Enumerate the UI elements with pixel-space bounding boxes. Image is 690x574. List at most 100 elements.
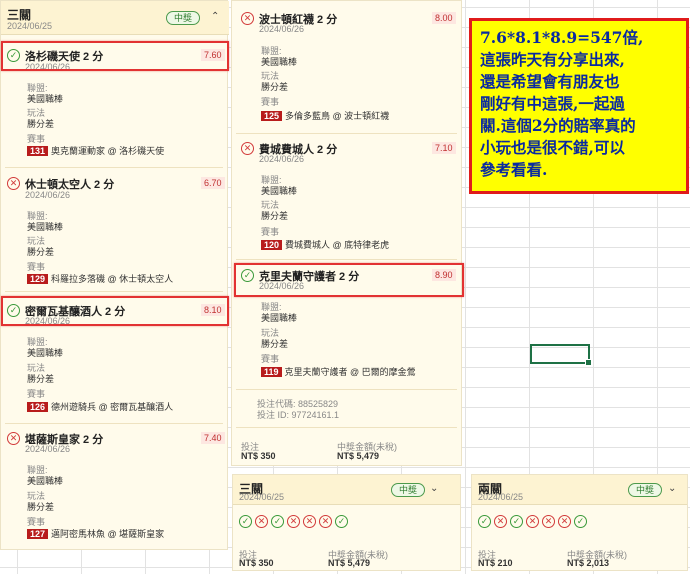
matchup: 費城費城人 @ 底特律老虎 xyxy=(285,240,390,250)
divider xyxy=(5,167,223,168)
matchup: 科羅拉多落磯 @ 休士頓太空人 xyxy=(51,274,174,284)
lose-icon: ✕ xyxy=(526,515,539,528)
stake-value: NT$ 350 xyxy=(241,451,276,461)
divider xyxy=(236,259,457,260)
payout-value: NT$ 5,479 xyxy=(328,558,371,568)
lose-icon: ✕ xyxy=(558,515,571,528)
note-line: 小玩也是很不錯,可以 xyxy=(480,138,625,157)
event-value: 119 克里夫蘭守護者 @ 巴爾的摩金鶯 xyxy=(261,365,416,378)
win-icon: ✓ xyxy=(271,515,284,528)
highlight-box xyxy=(1,41,229,71)
summary-header[interactable]: 兩關 2024/06/25 中獎 ⌄ xyxy=(472,475,687,505)
league-value: 美國職棒 xyxy=(27,476,64,486)
status-badge: 中獎 xyxy=(166,11,201,25)
game-number: 131 xyxy=(27,146,49,156)
selected-cell[interactable] xyxy=(530,344,592,366)
note-line: 7.6*8.1*8.9=547倍, xyxy=(480,28,644,47)
play-value: 勝分差 xyxy=(261,211,289,221)
payout-value: NT$ 5,479 xyxy=(337,451,380,461)
event-value: 120 費城費城人 @ 底特律老虎 xyxy=(261,238,389,251)
win-icon: ✓ xyxy=(335,515,348,528)
league-value: 美國職棒 xyxy=(27,94,64,104)
game-number: 125 xyxy=(261,111,283,121)
event-value: 131 奧克蘭運動家 @ 洛杉磯天使 xyxy=(27,144,164,157)
bet-ticket-panel-left: 三關 2024/06/25 中獎 ⌃ ✓ 洛杉磯天使 2 分 2024/06/2… xyxy=(0,0,229,550)
matchup: 克里夫蘭守護者 @ 巴爾的摩金鶯 xyxy=(284,367,416,377)
note-line: 關.這個2分的賠率真的 xyxy=(480,116,636,135)
summary-card[interactable]: 兩關 2024/06/25 中獎 ⌄ ✓ ✕ ✓ ✕ ✕ ✕ ✓ 投注 NT$ 210 中獎… xyxy=(471,474,688,571)
result-icons: ✓ ✕ ✓ ✕ ✕ ✕ ✓ xyxy=(239,515,351,528)
ticket-date: 2024/06/25 xyxy=(7,21,53,31)
divider xyxy=(236,389,457,390)
lose-icon: ✕ xyxy=(241,142,254,155)
play-value: 勝分差 xyxy=(261,82,289,92)
payout-value: NT$ 2,013 xyxy=(567,558,610,568)
divider xyxy=(5,423,223,424)
matchup: 多倫多藍鳥 @ 波士頓紅襪 xyxy=(285,111,390,121)
lose-icon: ✕ xyxy=(255,515,268,528)
chevron-down-icon[interactable]: ⌄ xyxy=(430,483,438,494)
league-value: 美國職棒 xyxy=(261,57,298,67)
note-line: 這張昨天有分享出來, xyxy=(480,50,625,69)
lose-icon: ✕ xyxy=(241,12,254,25)
event-value: 129 科羅拉多落磯 @ 休士頓太空人 xyxy=(27,272,173,285)
lose-icon: ✕ xyxy=(319,515,332,528)
note-line: 參考看看. xyxy=(480,160,548,179)
lose-icon: ✕ xyxy=(303,515,316,528)
divider xyxy=(236,427,457,428)
lose-icon: ✕ xyxy=(7,177,20,190)
win-icon: ✓ xyxy=(574,515,587,528)
leg-odds: 7.10 xyxy=(432,142,456,154)
ticket-header[interactable]: 三關 2024/06/25 中獎 ⌃ xyxy=(1,1,229,35)
event-value: 126 德州遊騎兵 @ 密爾瓦基釀酒人 xyxy=(27,400,173,413)
league-value: 美國職棒 xyxy=(27,348,64,358)
event-label: 賽事 xyxy=(261,354,280,364)
divider xyxy=(236,133,457,134)
leg-date: 2024/06/26 xyxy=(259,24,305,34)
status-badge: 中獎 xyxy=(628,483,663,497)
play-value: 勝分差 xyxy=(27,502,55,512)
play-value: 勝分差 xyxy=(27,119,55,129)
leg-date: 2024/06/26 xyxy=(25,190,71,200)
chevron-down-icon[interactable]: ⌄ xyxy=(668,483,676,494)
stake-value: NT$ 210 xyxy=(478,558,513,568)
league-value: 美國職棒 xyxy=(261,186,298,196)
summary-card[interactable]: 三關 2024/06/25 中獎 ⌄ ✓ ✕ ✓ ✕ ✕ ✕ ✓ 投注 NT$ 350 中獎… xyxy=(232,474,461,571)
leg-odds: 6.70 xyxy=(201,177,225,189)
summary-header[interactable]: 三關 2024/06/25 中獎 ⌄ xyxy=(233,475,460,505)
status-badge: 中獎 xyxy=(391,483,426,497)
divider xyxy=(5,291,223,292)
stake-value: NT$ 350 xyxy=(239,558,274,568)
game-number: 126 xyxy=(27,402,49,412)
league-value: 美國職棒 xyxy=(27,222,64,232)
lose-icon: ✕ xyxy=(542,515,555,528)
note-textbox[interactable]: 7.6*8.1*8.9=547倍, 這張昨天有分享出來, 還是希望會有朋友也 剛… xyxy=(469,18,689,194)
game-number: 120 xyxy=(261,240,283,250)
play-value: 勝分差 xyxy=(27,374,55,384)
win-icon: ✓ xyxy=(239,515,252,528)
summary-date: 2024/06/25 xyxy=(239,492,285,502)
event-label: 賽事 xyxy=(261,97,280,107)
win-icon: ✓ xyxy=(510,515,523,528)
play-value: 勝分差 xyxy=(27,247,55,257)
event-value: 125 多倫多藍鳥 @ 波士頓紅襪 xyxy=(261,109,389,122)
leg-date: 2024/06/26 xyxy=(259,154,305,164)
chevron-up-icon[interactable]: ⌃ xyxy=(211,11,219,22)
play-value: 勝分差 xyxy=(261,339,289,349)
event-value: 127 邁阿密馬林魚 @ 堪薩斯皇家 xyxy=(27,527,164,540)
game-number: 119 xyxy=(261,367,282,377)
leg-odds: 8.00 xyxy=(432,12,456,24)
leg-odds: 7.40 xyxy=(201,432,225,444)
lose-icon: ✕ xyxy=(7,432,20,445)
result-icons: ✓ ✕ ✓ ✕ ✕ ✕ ✓ xyxy=(478,515,590,528)
game-number: 129 xyxy=(27,274,49,284)
matchup: 德州遊騎兵 @ 密爾瓦基釀酒人 xyxy=(51,402,174,412)
matchup: 邁阿密馬林魚 @ 堪薩斯皇家 xyxy=(51,529,165,539)
highlight-box xyxy=(234,263,464,297)
win-icon: ✓ xyxy=(478,515,491,528)
game-number: 127 xyxy=(27,529,49,539)
lose-icon: ✕ xyxy=(287,515,300,528)
bet-id: 投注 ID: 97724161.1 xyxy=(257,410,340,420)
bet-ticket-panel-middle: ✕ 波士頓紅襪 2 分 2024/06/26 8.00 聯盟: 美國職棒 玩法 … xyxy=(231,0,462,466)
summary-date: 2024/06/25 xyxy=(478,492,524,502)
